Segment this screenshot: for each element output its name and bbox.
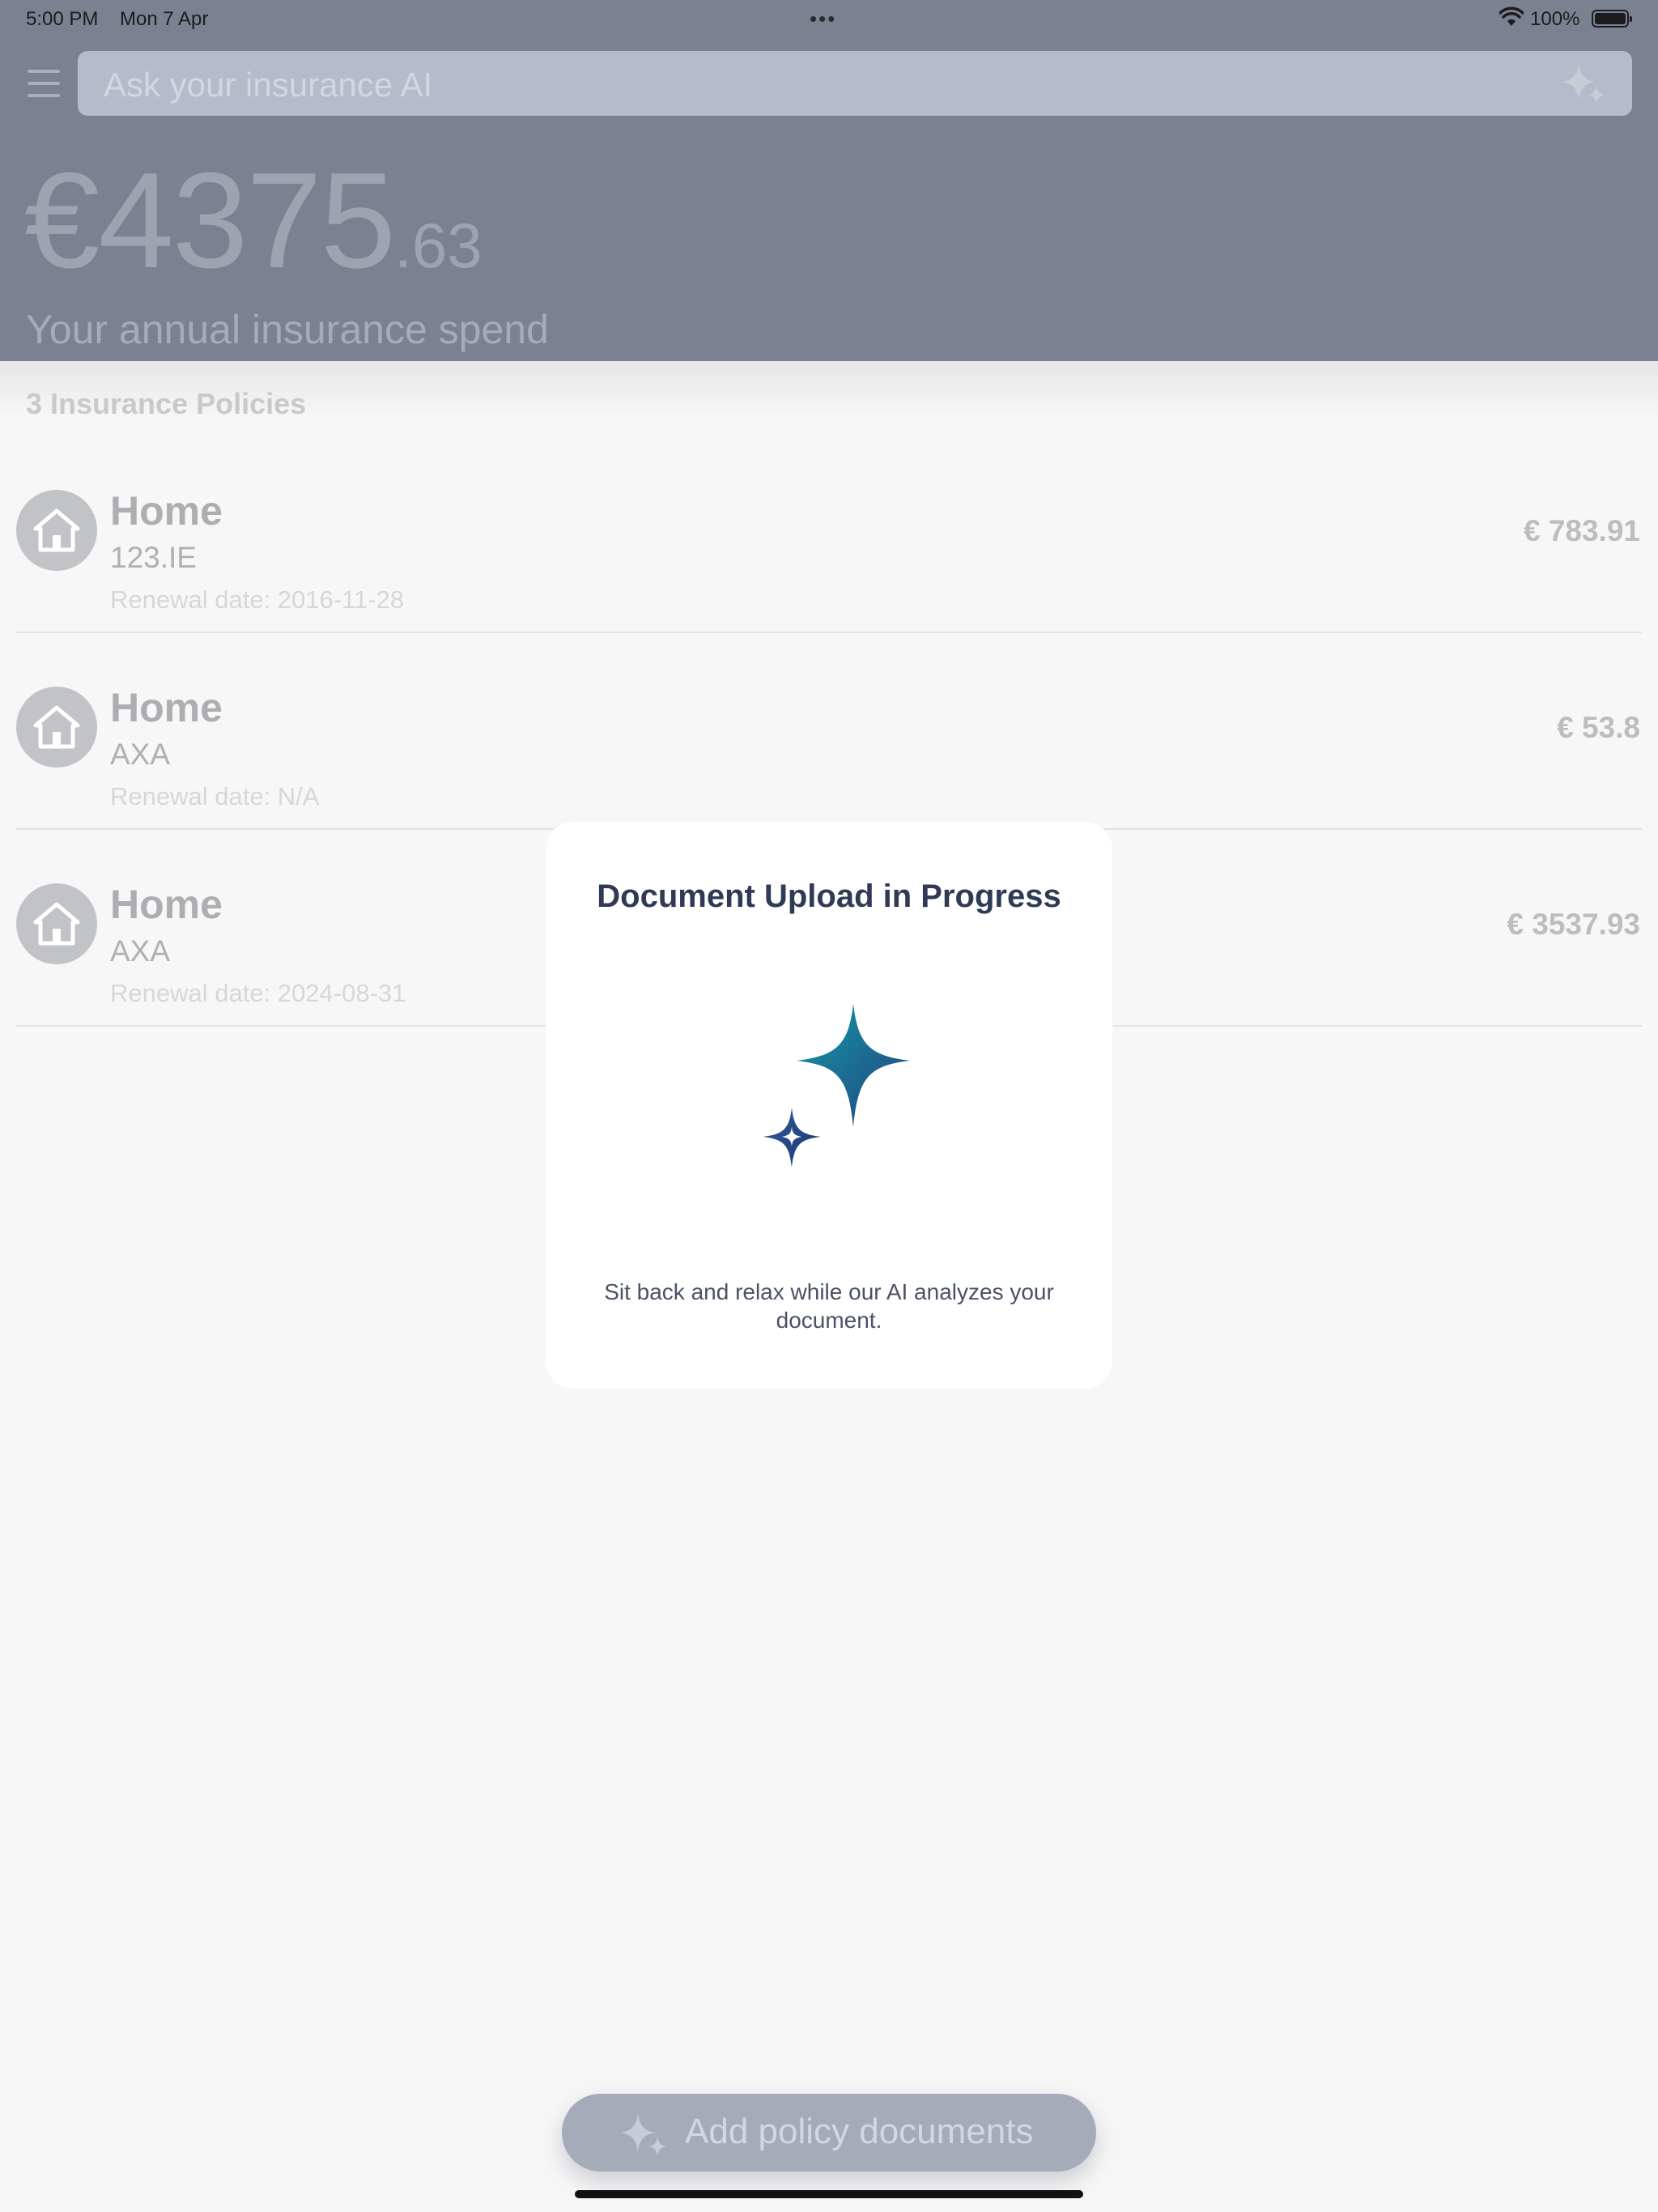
home-icon <box>16 883 97 964</box>
spend-minor: .63 <box>394 210 483 281</box>
dialog-title: Document Upload in Progress <box>597 878 1061 914</box>
policy-type: Home <box>110 882 223 927</box>
home-icon <box>16 490 97 571</box>
add-policy-documents-button[interactable]: Add policy documents <box>562 2094 1096 2172</box>
add-button-label: Add policy documents <box>685 2112 1034 2151</box>
policy-renewal: Renewal date: 2016-11-28 <box>110 585 405 614</box>
policy-renewal: Renewal date: 2024-08-31 <box>110 979 406 1007</box>
policy-provider: 123.IE <box>110 541 197 574</box>
search-placeholder: Ask your insurance AI <box>104 66 433 104</box>
policy-type: Home <box>110 488 223 534</box>
annual-spend-amount: €4375.63 <box>24 143 483 299</box>
search-input[interactable]: Ask your insurance AI <box>78 51 1632 116</box>
spend-major: €4375 <box>24 144 396 296</box>
divider <box>16 632 1642 633</box>
policy-price: € 783.91 <box>1523 514 1640 547</box>
annual-spend-label: Your annual insurance spend <box>26 307 549 352</box>
policy-provider: AXA <box>110 738 171 771</box>
policy-provider: AXA <box>110 934 171 968</box>
menu-icon[interactable] <box>28 68 62 99</box>
policy-renewal: Renewal date: N/A <box>110 782 320 810</box>
sparkle-icon <box>724 988 934 1202</box>
status-date: Mon 7 Apr <box>120 8 209 30</box>
policy-row[interactable]: Home AXA Renewal date: N/A € 53.8 <box>0 634 1658 831</box>
upload-progress-dialog: Document Upload in Progress Sit back and… <box>546 822 1112 1389</box>
policy-price: € 53.8 <box>1557 711 1640 744</box>
battery-percent: 100% <box>1530 8 1580 30</box>
multitasking-dots[interactable]: ••• <box>810 6 836 32</box>
policy-row[interactable]: Home 123.IE Renewal date: 2016-11-28 € 7… <box>0 437 1658 634</box>
status-time: 5:00 PM <box>26 8 99 30</box>
dialog-message: Sit back and relax while our AI analyzes… <box>604 1279 1054 1333</box>
status-bar: 5:00 PM Mon 7 Apr ••• 100% <box>0 0 1658 39</box>
battery-icon <box>1592 10 1632 28</box>
policy-price: € 3537.93 <box>1507 908 1640 941</box>
wifi-icon <box>1499 6 1524 33</box>
home-icon <box>16 687 97 768</box>
home-indicator[interactable] <box>575 2190 1083 2198</box>
policy-type: Home <box>110 685 223 730</box>
sparkle-icon[interactable] <box>1561 61 1608 108</box>
policies-count: 3 Insurance Policies <box>26 387 307 420</box>
sparkle-icon <box>619 2110 670 2163</box>
